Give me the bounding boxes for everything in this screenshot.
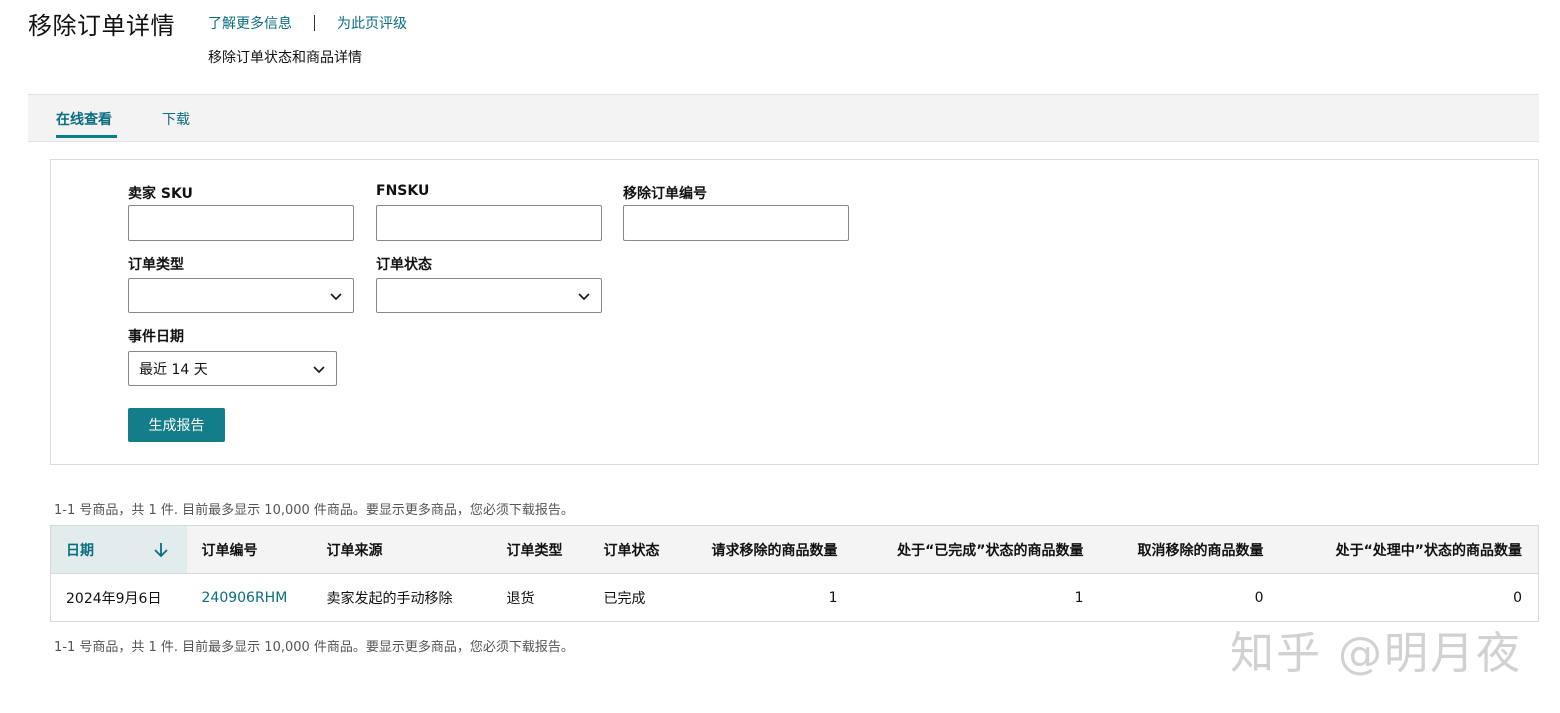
cell-completed-qty: 1 <box>1074 589 1084 606</box>
cell-order-source: 卖家发起的手动移除 <box>326 590 453 607</box>
order-id-link[interactable]: 240906RHM <box>202 590 288 606</box>
table-header-row: 日期 订单编号 订单来源 订单类型 订单状态 请求移除的商品数量 处于“已完成”… <box>50 525 1539 574</box>
column-header-order-id[interactable]: 订单编号 <box>186 525 312 574</box>
fnsku-input[interactable] <box>376 205 602 241</box>
page-title: 移除订单详情 <box>28 12 175 40</box>
cell-order-id: 240906RHM <box>187 574 312 622</box>
seller-sku-input[interactable] <box>128 205 354 241</box>
cell-in-process-qty: 0 <box>1513 589 1522 606</box>
event-date-select[interactable]: 最近 14 天 <box>128 351 337 386</box>
removal-order-id-input[interactable] <box>623 205 849 241</box>
column-header-completed-qty[interactable]: 处于“已完成”状态的商品数量 <box>853 525 1100 574</box>
column-header-date[interactable]: 日期 <box>50 525 187 574</box>
results-summary-top: 1-1 号商品，共 1 件. 目前最多显示 10,000 件商品。要显示更多商品… <box>54 503 574 518</box>
removal-order-id-label: 移除订单编号 <box>623 186 707 202</box>
generate-report-button[interactable]: 生成报告 <box>128 408 225 442</box>
fnsku-label: FNSKU <box>376 183 430 199</box>
column-header-order-source[interactable]: 订单来源 <box>311 525 492 574</box>
order-type-select[interactable] <box>128 278 354 313</box>
cell-order-status: 已完成 <box>603 590 646 607</box>
results-summary-bottom: 1-1 号商品，共 1 件. 目前最多显示 10,000 件商品。要显示更多商品… <box>54 640 574 655</box>
chevron-down-icon <box>578 292 590 300</box>
order-type-label: 订单类型 <box>128 257 184 273</box>
column-header-cancelled-qty[interactable]: 取消移除的商品数量 <box>1099 525 1280 574</box>
cell-requested-qty: 1 <box>828 589 838 606</box>
chevron-down-icon <box>330 292 342 300</box>
watermark: 知乎 @明月夜 <box>1230 628 1522 679</box>
cell-order-type: 退货 <box>506 590 535 607</box>
seller-sku-label: 卖家 SKU <box>128 186 193 202</box>
event-date-label: 事件日期 <box>128 329 184 345</box>
filter-panel: 卖家 SKU FNSKU 移除订单编号 订单类型 订单状态 事件日期 最近 14… <box>50 159 1539 465</box>
tab-download[interactable]: 下载 <box>162 109 190 129</box>
tab-view-online[interactable]: 在线查看 <box>56 109 112 129</box>
learn-more-link[interactable]: 了解更多信息 <box>208 13 292 33</box>
cell-cancelled-qty: 0 <box>1254 589 1264 606</box>
order-status-select[interactable] <box>376 278 602 313</box>
table-row: 2024年9月6日 240906RHM 卖家发起的手动移除 退货 已完成 1 1… <box>51 574 1539 622</box>
removal-orders-table: 日期 订单编号 订单来源 订单类型 订单状态 请求移除的商品数量 处于“已完成”… <box>50 525 1539 622</box>
chevron-down-icon <box>313 365 325 373</box>
column-header-label: 日期 <box>66 542 94 559</box>
event-date-value: 最近 14 天 <box>139 361 208 378</box>
column-header-in-process-qty[interactable]: 处于“处理中”状态的商品数量 <box>1279 525 1539 574</box>
header-links: 了解更多信息 为此页评级 <box>208 13 407 33</box>
cell-date: 2024年9月6日 <box>66 590 162 607</box>
column-header-order-status[interactable]: 订单状态 <box>588 525 681 574</box>
view-tabs: 在线查看 下载 <box>28 94 1539 142</box>
active-tab-indicator <box>56 135 117 138</box>
order-status-label: 订单状态 <box>376 257 432 273</box>
link-divider <box>314 15 315 31</box>
sort-descending-icon[interactable] <box>153 542 169 558</box>
column-header-order-type[interactable]: 订单类型 <box>491 525 589 574</box>
rate-page-link[interactable]: 为此页评级 <box>337 13 407 33</box>
page-subtitle: 移除订单状态和商品详情 <box>208 50 362 66</box>
column-header-requested-qty[interactable]: 请求移除的商品数量 <box>680 525 854 574</box>
